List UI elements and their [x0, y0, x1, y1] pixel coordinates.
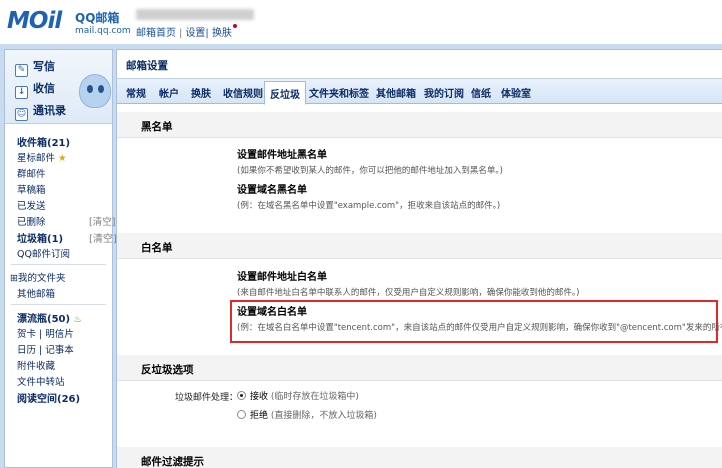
- spam-handling-label: 垃圾邮件处理：: [175, 393, 239, 403]
- qq-mail-settings-window: MOil QQ邮箱 mail.qq.com 邮箱首页 | 设置| 换肤 ✎ 写信 ↓ 收…: [0, 0, 722, 468]
- logo-product-name: QQ邮箱: [75, 11, 120, 25]
- reject-option[interactable]: 拒绝 (直接删除，不放入垃圾箱): [250, 408, 377, 421]
- tab-general[interactable]: 常规: [126, 85, 146, 100]
- accept-option[interactable]: 接收 (临时存放在垃圾箱中): [250, 389, 359, 402]
- accept-label: 接收: [250, 392, 269, 402]
- contacts-icon: ☺: [15, 108, 28, 121]
- tab-stationery[interactable]: 信纸: [471, 85, 491, 100]
- whitelist-address-desc: (来自邮件地址白名单中联系人的邮件，仅受用户自定义规则影响，确保你能收到他的邮件…: [237, 288, 580, 298]
- blacklist-domain-link[interactable]: 设置域名黑名单: [237, 181, 307, 196]
- empty-spam-link[interactable]: [清空]: [89, 230, 117, 245]
- receive-button[interactable]: ↓ 收信: [15, 80, 55, 99]
- new-indicator-dot: [232, 24, 237, 28]
- antispam-section-header: 反垃圾选项: [117, 355, 722, 381]
- penguin-mascot-icon: [79, 74, 111, 108]
- empty-deleted-link[interactable]: [清空]: [89, 214, 115, 228]
- folder-inbox[interactable]: 收件箱(21): [17, 134, 70, 149]
- content-frame: ✎ 写信 ↓ 收信 ☺ 通讯录 收件箱(21) 星标邮件 ★ 群邮件 草稿箱 已发送 …: [0, 44, 722, 468]
- notes-link[interactable]: 记事本: [45, 345, 74, 356]
- sidebar: ✎ 写信 ↓ 收信 ☺ 通讯录 收件箱(21) 星标邮件 ★ 群邮件 草稿箱 已发送 …: [4, 49, 117, 468]
- blacklist-heading: 黑名单: [141, 121, 173, 133]
- blurred-user-name: [136, 9, 254, 20]
- accept-note: (临时存放在垃圾箱中): [270, 392, 359, 402]
- whitelist-address-link[interactable]: 设置邮件地址白名单: [237, 268, 327, 283]
- sidebar-quick-actions: ✎ 写信 ↓ 收信 ☺ 通讯录: [5, 50, 112, 124]
- folder-groups[interactable]: 群邮件: [17, 166, 46, 180]
- logo-domain: mail.qq.com: [75, 26, 131, 36]
- inbox-download-icon: ↓: [15, 86, 28, 99]
- bottle-icon: ♨: [73, 315, 82, 325]
- mailbox-home-link[interactable]: 邮箱首页: [136, 28, 176, 39]
- folder-starred-label: 星标邮件: [17, 153, 56, 164]
- whitelist-domain-link[interactable]: 设置域名白名单: [237, 303, 307, 318]
- filter-tip-section-header: 邮件过滤提示: [117, 447, 722, 468]
- whitelist-heading: 白名单: [141, 242, 173, 254]
- star-icon: ★: [58, 153, 67, 164]
- tab-my-subscriptions[interactable]: 我的订阅: [424, 85, 464, 100]
- tab-receive-rules[interactable]: 收信规则: [223, 85, 263, 100]
- sidebar-divider: [11, 304, 106, 305]
- blacklist-section-header: 黑名单: [117, 112, 722, 138]
- qq-mail-logo[interactable]: MOil QQ邮箱 mail.qq.com: [7, 6, 131, 40]
- compose-button[interactable]: ✎ 写信: [15, 58, 55, 77]
- attachments-link[interactable]: 附件收藏: [17, 358, 55, 372]
- contacts-button[interactable]: ☺ 通讯录: [15, 102, 66, 121]
- drift-bottle-label: 漂流瓶(50): [17, 314, 71, 325]
- filter-tip-heading: 邮件过滤提示: [141, 456, 204, 468]
- reject-radio[interactable]: [237, 410, 246, 419]
- accept-radio[interactable]: [237, 391, 246, 400]
- folder-spam-label: 垃圾箱(1): [17, 234, 64, 245]
- file-transfer-link[interactable]: 文件中转站: [17, 374, 65, 388]
- folder-starred[interactable]: 星标邮件 ★: [17, 150, 67, 164]
- compose-label: 写信: [33, 60, 55, 73]
- tab-account[interactable]: 帐户: [159, 85, 179, 100]
- folder-drafts[interactable]: 草稿箱: [17, 182, 46, 196]
- blacklist-address-link[interactable]: 设置邮件地址黑名单: [237, 146, 327, 161]
- item-separator: |: [39, 329, 43, 340]
- top-header: MOil QQ邮箱 mail.qq.com 邮箱首页 | 设置| 换肤: [0, 0, 722, 44]
- settings-panel: 邮箱设置 常规 帐户 换肤 收信规则 反垃圾 文件夹和标签 其他邮箱 我的订阅 …: [116, 49, 722, 468]
- pencil-icon: ✎: [15, 64, 28, 77]
- cards-row: 贺卡 | 明信片: [17, 326, 74, 340]
- blacklist-address-desc: (如果你不希望收到某人的邮件，你可以把他的邮件地址加入到黑名单。): [237, 166, 503, 176]
- whitelist-section-header: 白名单: [117, 233, 722, 259]
- cards-link[interactable]: 贺卡: [17, 329, 36, 340]
- folder-qq-subscribe[interactable]: QQ邮件订阅: [17, 246, 70, 260]
- tab-folders-labels[interactable]: 文件夹和标签: [309, 85, 369, 100]
- logo-mark: MOil: [7, 8, 62, 34]
- tab-labs[interactable]: 体验室: [501, 85, 531, 100]
- settings-link[interactable]: 设置: [185, 28, 205, 39]
- link-separator: |: [179, 28, 183, 39]
- top-links: 邮箱首页 | 设置| 换肤: [136, 24, 237, 39]
- tab-other-mailbox[interactable]: 其他邮箱: [376, 85, 416, 100]
- link-separator: |: [205, 28, 209, 39]
- sidebar-divider: [11, 264, 106, 265]
- change-skin-link[interactable]: 换肤: [212, 28, 232, 39]
- antispam-heading: 反垃圾选项: [141, 364, 194, 376]
- tab-antispam[interactable]: 反垃圾: [264, 81, 306, 105]
- receive-label: 收信: [33, 82, 55, 95]
- calendar-link[interactable]: 日历: [17, 345, 36, 356]
- my-folders-toggle[interactable]: ⊞我的文件夹: [10, 270, 65, 284]
- reject-label: 拒绝: [250, 411, 269, 421]
- calendar-row: 日历 | 记事本: [17, 342, 74, 356]
- folder-sent[interactable]: 已发送: [17, 198, 46, 212]
- reject-note: (直接删除，不放入垃圾箱): [270, 411, 377, 421]
- folder-deleted-label: 已删除: [17, 217, 46, 228]
- contacts-label: 通讯录: [33, 104, 66, 117]
- folder-spam[interactable]: 垃圾箱(1) [清空]: [17, 230, 117, 245]
- reading-space-link[interactable]: 阅读空间(26): [17, 390, 80, 405]
- postcard-link[interactable]: 明信片: [45, 329, 74, 340]
- folder-deleted[interactable]: 已删除 [清空]: [17, 214, 115, 228]
- drift-bottle-link[interactable]: 漂流瓶(50) ♨: [17, 310, 82, 325]
- whitelist-domain-desc: (例：在域名白名单中设置"tencent.com"，来自该站点的邮件仅受用户自定…: [237, 323, 722, 333]
- item-separator: |: [39, 345, 43, 356]
- page-title: 邮箱设置: [126, 60, 168, 72]
- folder-other-mail[interactable]: 其他邮箱: [17, 286, 55, 300]
- tab-skin[interactable]: 换肤: [191, 85, 211, 100]
- settings-tabs: 常规 帐户 换肤 收信规则 反垃圾 文件夹和标签 其他邮箱 我的订阅 信纸 体验…: [117, 78, 722, 105]
- blacklist-domain-desc: (例：在域名黑名单中设置"example.com"，拒收来自该站点的邮件。): [237, 201, 501, 211]
